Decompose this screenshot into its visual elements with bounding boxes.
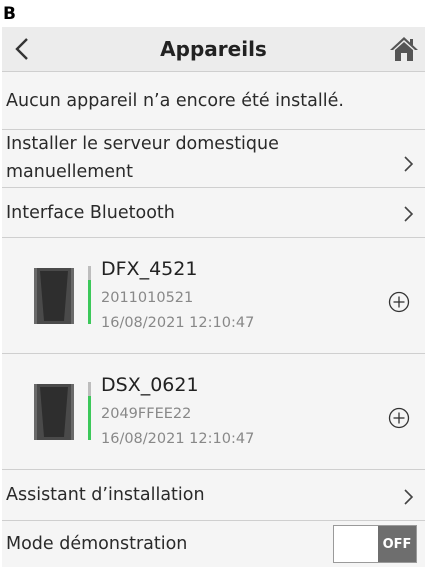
chevron-right-icon bbox=[404, 206, 414, 222]
bluetooth-interface-item[interactable]: Interface Bluetooth bbox=[2, 188, 425, 238]
demo-mode-toggle[interactable]: OFF bbox=[333, 525, 417, 563]
add-device-icon[interactable] bbox=[388, 407, 410, 429]
chevron-right-icon bbox=[404, 156, 414, 172]
bluetooth-interface-label: Interface Bluetooth bbox=[6, 203, 175, 223]
home-button[interactable] bbox=[387, 34, 421, 64]
installation-assistant-item[interactable]: Assistant d’installation bbox=[2, 470, 425, 521]
chevron-right-icon bbox=[404, 489, 414, 505]
install-server-manually-label: Installer le serveur domestique manuelle… bbox=[6, 134, 279, 182]
device-name: DFX_4521 bbox=[101, 258, 198, 280]
demo-mode-label: Mode démonstration bbox=[6, 534, 188, 554]
device-list-item[interactable]: DFX_4521 2011010521 16/08/2021 12:10:47 bbox=[2, 238, 425, 354]
installation-assistant-label: Assistant d’installation bbox=[6, 485, 205, 505]
device-serial: 2049FFEE22 bbox=[101, 406, 192, 422]
device-name: DSX_0621 bbox=[101, 374, 199, 396]
device-icon bbox=[34, 268, 74, 324]
signal-status-bar bbox=[88, 266, 91, 324]
page-title: Appareils bbox=[160, 37, 267, 61]
home-icon bbox=[390, 37, 418, 61]
demo-mode-row: Mode démonstration OFF bbox=[2, 521, 425, 567]
device-list-item[interactable]: DSX_0621 2049FFEE22 16/08/2021 12:10:47 bbox=[2, 354, 425, 470]
figure-label: B bbox=[3, 4, 16, 24]
device-datetime: 16/08/2021 12:10:47 bbox=[101, 315, 255, 331]
chevron-left-icon bbox=[15, 38, 28, 60]
title-bar: Appareils bbox=[2, 27, 425, 72]
device-serial: 2011010521 bbox=[101, 290, 194, 306]
devices-screen: Appareils Aucun appareil n’a encore été … bbox=[2, 27, 425, 567]
signal-status-bar bbox=[88, 382, 91, 440]
back-button[interactable] bbox=[8, 34, 36, 64]
toggle-knob bbox=[334, 526, 378, 562]
no-device-message: Aucun appareil n’a encore été installé. bbox=[6, 91, 344, 111]
device-datetime: 16/08/2021 12:10:47 bbox=[101, 431, 255, 447]
add-device-icon[interactable] bbox=[388, 291, 410, 313]
install-server-manually-item[interactable]: Installer le serveur domestique manuelle… bbox=[2, 130, 425, 188]
device-icon bbox=[34, 384, 74, 440]
toggle-state-label: OFF bbox=[378, 526, 416, 562]
no-device-message-row: Aucun appareil n’a encore été installé. bbox=[2, 72, 425, 130]
